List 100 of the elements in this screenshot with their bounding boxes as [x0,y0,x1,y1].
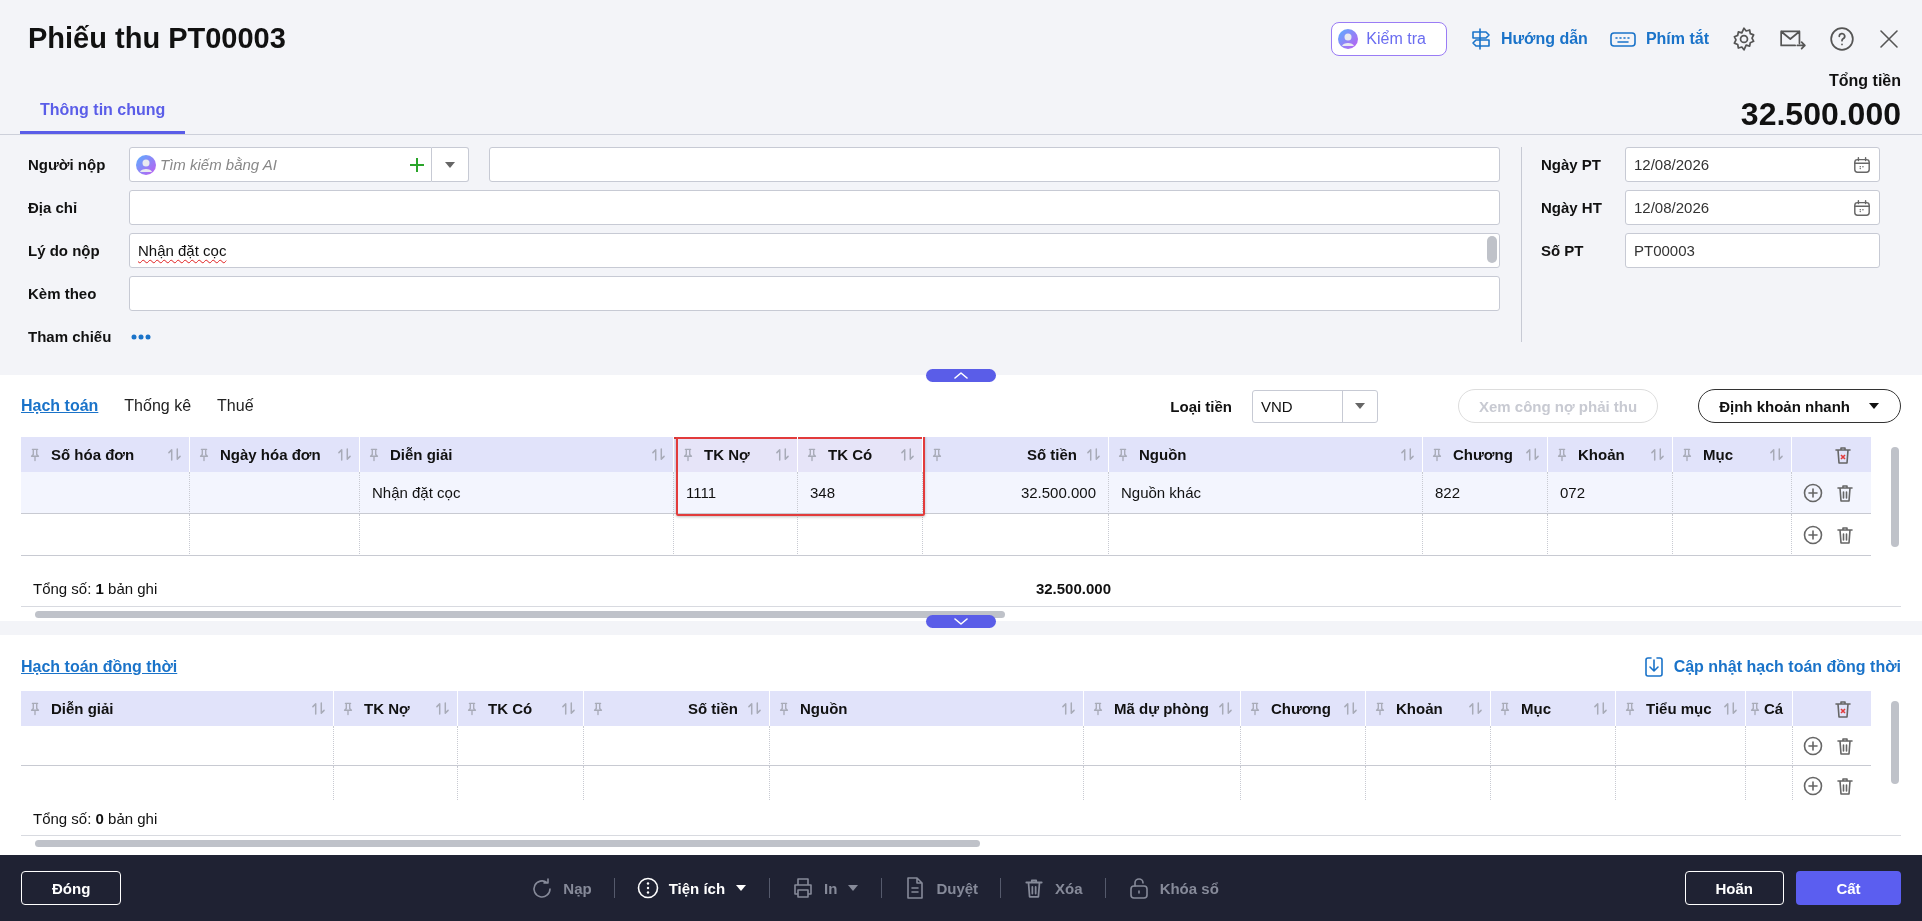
column-header[interactable]: TK Nợ [674,437,798,472]
pin-icon [1374,701,1386,716]
more-icon[interactable] [131,333,151,340]
help-icon[interactable] [1829,26,1855,52]
column-header[interactable]: Tiểu mục [1616,691,1746,726]
pin-icon [682,447,694,462]
total-amount: 32.500.000 [1740,96,1901,133]
caret-icon [847,884,860,892]
pin-icon [29,447,41,462]
close-icon[interactable] [1877,27,1901,51]
record-count: Tổng số: 1 bản ghi [33,579,159,597]
trash-icon[interactable] [1835,735,1855,756]
column-header[interactable]: Số hóa đơn [21,437,190,472]
text-field[interactable] [129,190,1500,225]
date-field[interactable]: 12/08/2026 [1625,190,1880,225]
close-button[interactable]: Đóng [21,871,122,905]
column-header[interactable]: TK Nợ [334,691,458,726]
table-cell: 32.500.000 [923,472,1109,514]
add-icon[interactable] [409,156,425,173]
trash-icon[interactable] [1835,524,1855,545]
text-field[interactable] [489,147,1500,182]
guide-button[interactable]: Hướng dẫn [1468,27,1588,51]
payer-search-field[interactable]: Tìm kiếm bằng AI [129,147,432,182]
pin-icon [1092,701,1104,716]
column-header[interactable]: Mục [1673,437,1792,472]
printer-icon [792,877,815,899]
total-label: Tổng tiền [1829,72,1901,90]
text-field[interactable] [129,276,1500,311]
expand-handle[interactable] [926,615,996,628]
column-header[interactable]: Khoản [1548,437,1673,472]
defer-button[interactable]: Hoãn [1684,871,1784,905]
sort-icon [168,448,181,461]
sort-icon [1469,702,1482,715]
save-button[interactable]: Cất [1796,871,1901,905]
pin-icon [592,701,604,716]
pin-icon [466,701,478,716]
pin-icon [1556,447,1568,462]
add-row-icon[interactable] [1803,524,1823,545]
trash-icon[interactable] [1835,775,1855,796]
column-header[interactable]: Khoản [1366,691,1491,726]
text-area[interactable]: Nhận đặt cọc [129,233,1500,268]
caret-icon [444,160,456,169]
column-header[interactable]: TK Có [798,437,923,472]
settings-icon[interactable] [1731,26,1757,52]
sort-icon [1087,448,1100,461]
table-cell: 348 [798,472,923,514]
pin-icon [342,701,354,716]
tab[interactable]: Hạch toán [21,397,99,415]
pin-icon [1681,447,1693,462]
section-link[interactable]: Hạch toán đồng thời [21,658,178,676]
toolbar-button[interactable]: Tiện ích [636,877,748,899]
column-header[interactable]: Nguồn [770,691,1084,726]
table-cell: 072 [1548,472,1673,514]
column-header[interactable]: Mục [1491,691,1616,726]
avatar-icon [1338,29,1359,49]
column-header[interactable]: Số tiền [923,437,1109,472]
add-row-icon[interactable] [1803,735,1823,756]
collapse-handle[interactable] [926,369,996,382]
column-header[interactable]: Diễn giải [21,691,334,726]
column-header[interactable]: Chương [1241,691,1366,726]
add-row-icon[interactable] [1803,775,1823,796]
delete-all-icon[interactable] [1833,698,1853,719]
field-label: Ngày HT [1541,199,1603,216]
tab[interactable]: Thuế [217,397,254,415]
trash-icon[interactable] [1835,482,1855,503]
delete-all-icon[interactable] [1833,444,1853,465]
text-field[interactable]: PT00003 [1625,233,1880,268]
pin-icon [1624,701,1636,716]
column-header[interactable]: Ngày hóa đơn [190,437,360,472]
pin-icon [1117,447,1129,462]
add-row-icon[interactable] [1803,482,1823,503]
date-field[interactable]: 12/08/2026 [1625,147,1880,182]
sort-icon [1594,702,1607,715]
pin-icon [198,447,210,462]
column-header[interactable]: Mã dự phòng [1084,691,1241,726]
dropdown-button[interactable]: Định khoản nhanh [1698,389,1901,423]
field-label: Loại tiền [1170,397,1232,415]
tab[interactable]: Thông tin chung [20,101,186,134]
table-cell: Nguồn khác [1109,472,1423,514]
column-header[interactable]: TK Có [458,691,584,726]
field-label: Lý do nộp [28,242,101,259]
update-link[interactable]: Cập nhật hạch toán đồng thời [1643,656,1901,678]
sort-icon [338,448,351,461]
column-header[interactable]: Diễn giải [360,437,674,472]
column-header[interactable]: Chương [1423,437,1548,472]
pin-icon [368,447,380,462]
shortcuts-button[interactable]: Phím tắt [1609,28,1709,50]
sort-icon [562,702,575,715]
column-header[interactable]: Nguồn [1109,437,1423,472]
calendar-icon [1853,155,1871,174]
field-label: Người nộp [28,156,107,173]
field-label: Tham chiếu [28,328,113,345]
trash-icon [1023,877,1046,899]
tab[interactable]: Thống kê [124,397,192,415]
download-icon [1643,656,1664,678]
column-header[interactable]: Cá [1746,691,1793,726]
currency-select[interactable]: VND [1252,389,1378,423]
dropdown-button[interactable] [432,147,469,182]
check-button[interactable]: Kiểm tra [1331,22,1447,56]
column-header[interactable]: Số tiền [584,691,770,726]
